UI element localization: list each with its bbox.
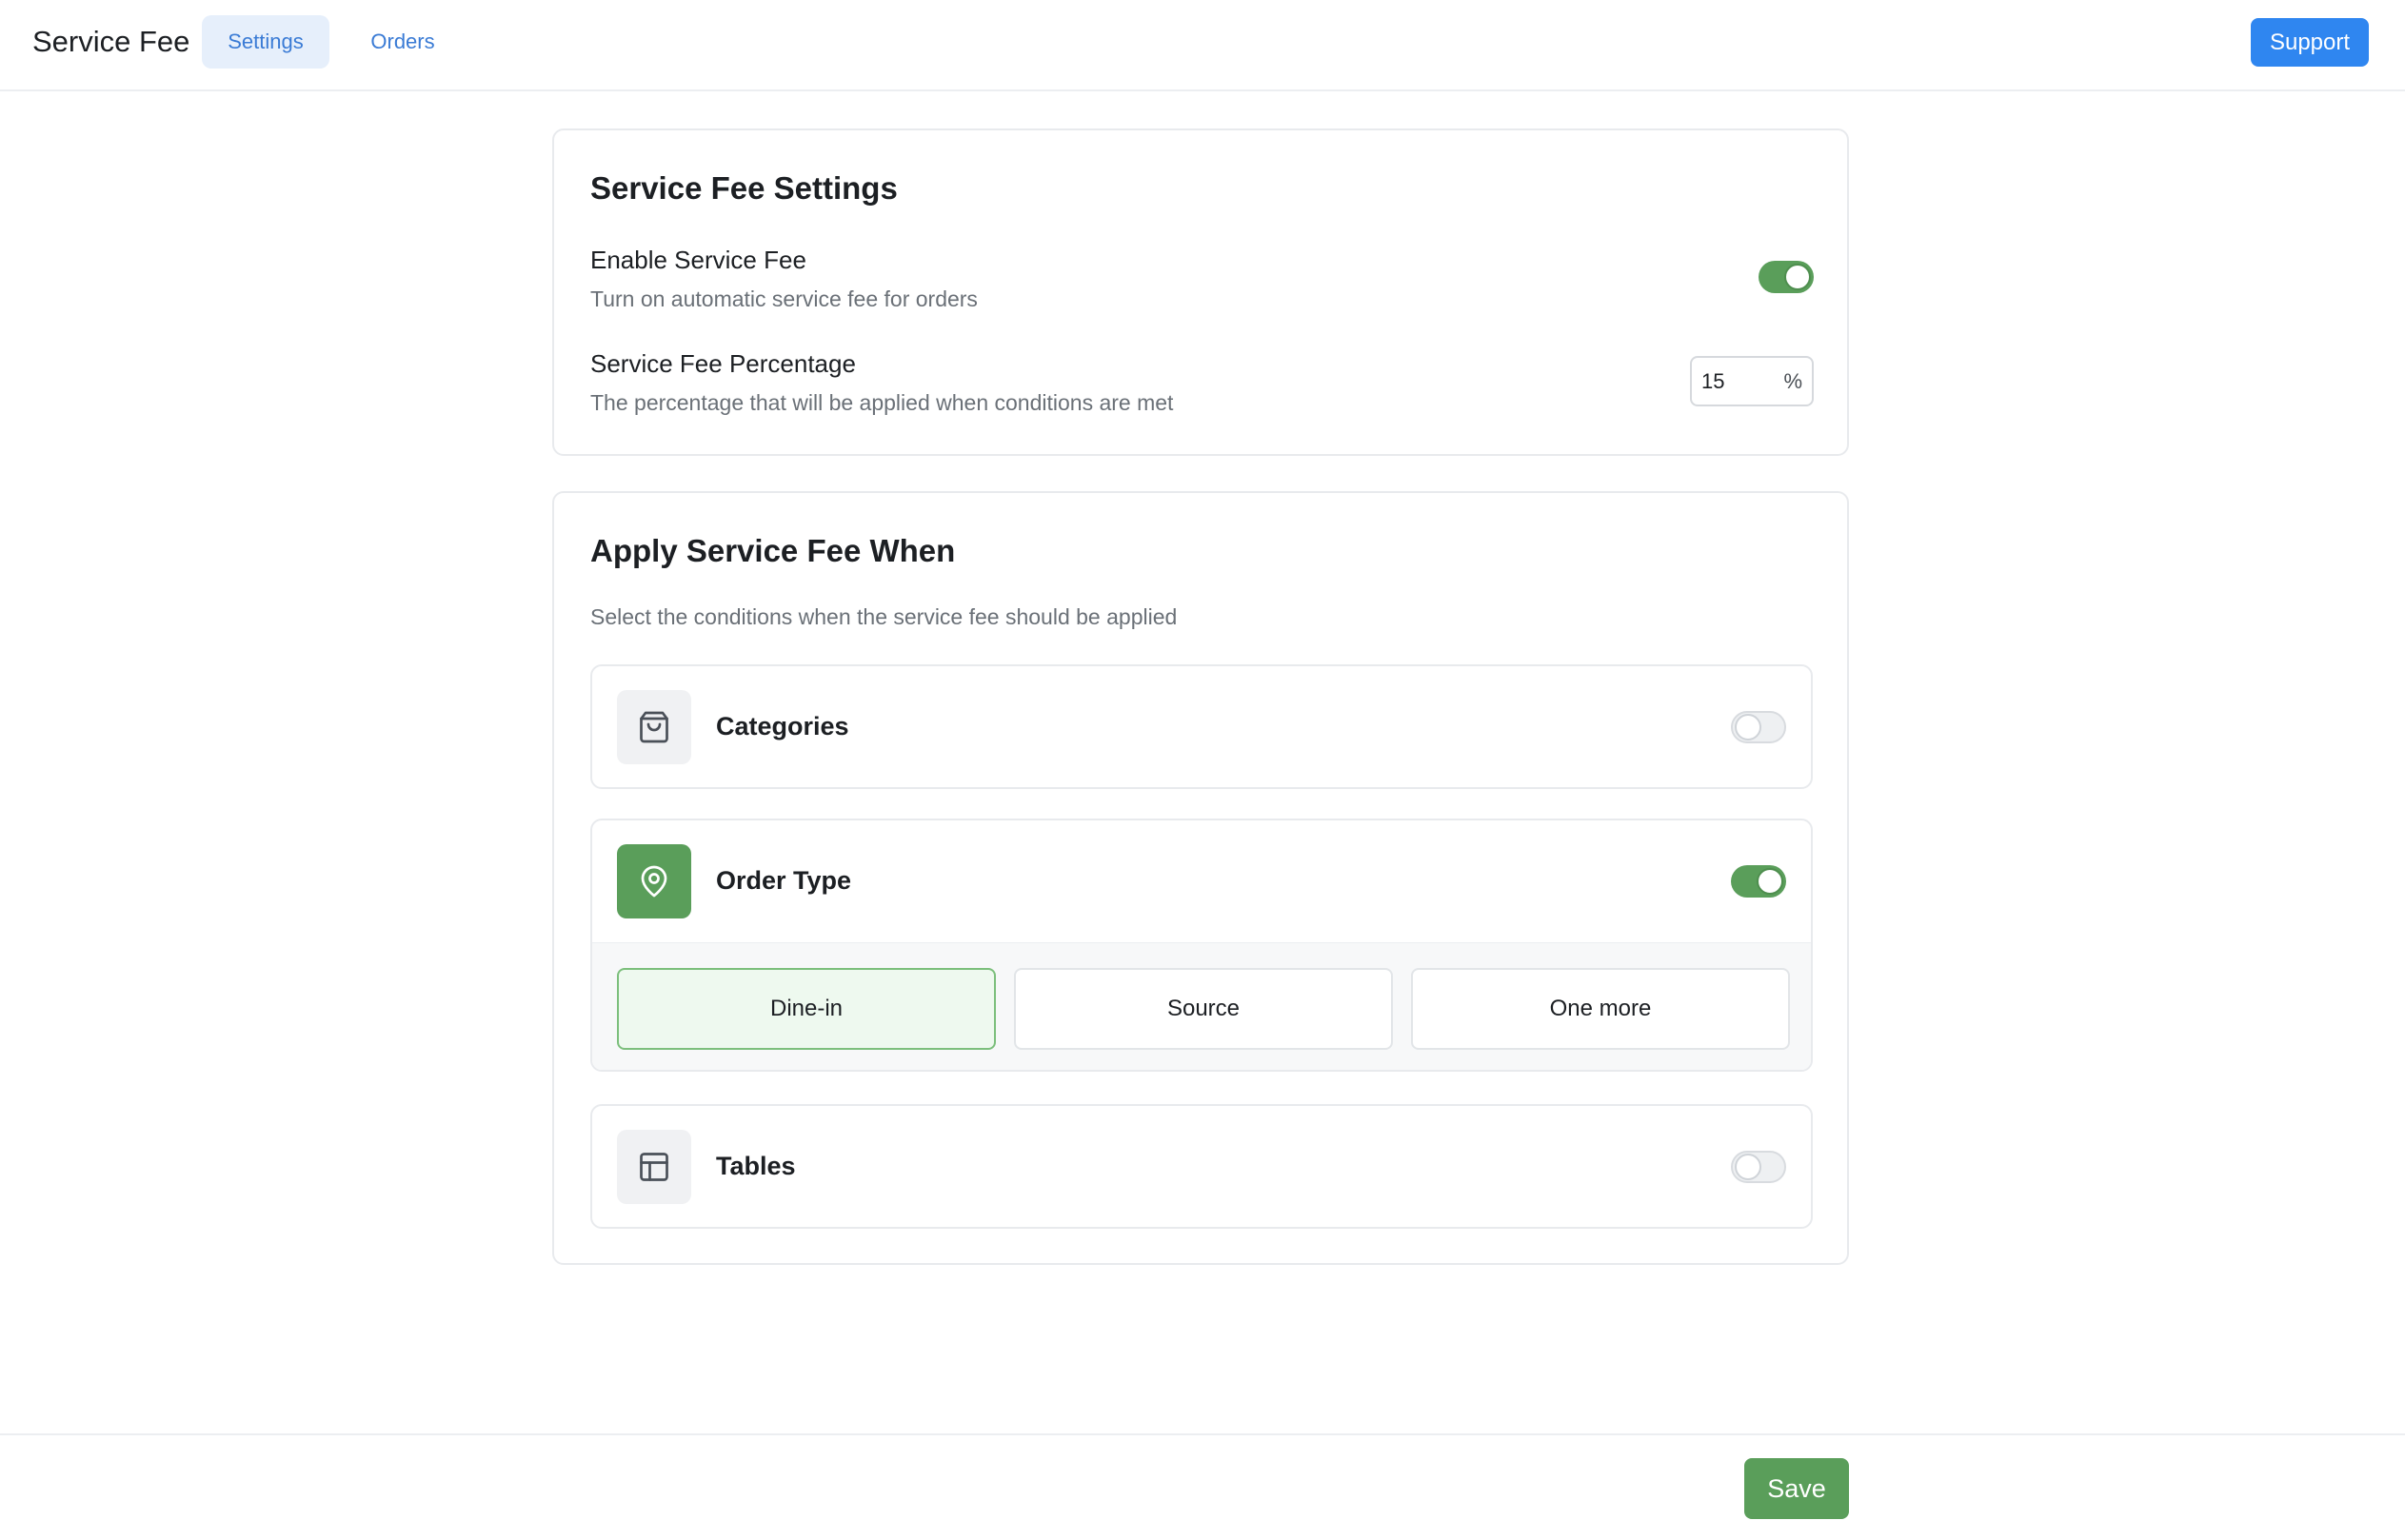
- tab-settings[interactable]: Settings: [202, 15, 329, 69]
- tab-orders[interactable]: Orders: [350, 15, 455, 69]
- order-type-options: Dine-in Source One more: [592, 942, 1811, 1070]
- condition-categories: Categories: [590, 664, 1813, 789]
- enable-service-fee-toggle[interactable]: [1759, 261, 1814, 293]
- order-type-label: Order Type: [716, 866, 852, 895]
- order-type-toggle[interactable]: [1731, 865, 1786, 898]
- toggle-knob: [1735, 714, 1761, 740]
- option-one-more[interactable]: One more: [1411, 968, 1790, 1050]
- support-button[interactable]: Support: [2251, 18, 2369, 67]
- percentage-input-group: %: [1690, 356, 1814, 406]
- service-fee-percentage-label: Service Fee Percentage: [590, 349, 856, 378]
- condition-tables: Tables: [590, 1104, 1813, 1229]
- apply-conditions-card: Apply Service Fee When Select the condit…: [552, 491, 1849, 1265]
- percentage-input[interactable]: [1701, 365, 1768, 398]
- condition-order-type: Order Type Dine-in Source One more: [590, 819, 1813, 1072]
- tables-toggle[interactable]: [1731, 1151, 1786, 1183]
- table-layout-icon: [617, 1130, 691, 1204]
- top-navigation-bar: Service Fee Settings Orders Support: [0, 0, 2405, 91]
- conditions-card-title: Apply Service Fee When: [590, 533, 956, 568]
- toggle-knob: [1784, 264, 1811, 290]
- save-button[interactable]: Save: [1744, 1458, 1849, 1519]
- map-pin-icon: [617, 844, 691, 918]
- enable-service-fee-description: Turn on automatic service fee for orders: [590, 286, 978, 311]
- app-title: Service Fee: [32, 25, 190, 58]
- option-source[interactable]: Source: [1014, 968, 1393, 1050]
- categories-label: Categories: [716, 712, 849, 740]
- footer-bar: Save: [0, 1433, 2405, 1540]
- option-dine-in[interactable]: Dine-in: [617, 968, 996, 1050]
- enable-service-fee-label: Enable Service Fee: [590, 246, 806, 274]
- toggle-knob: [1735, 1154, 1761, 1180]
- shopping-bag-icon: [617, 690, 691, 764]
- percent-suffix: %: [1783, 369, 1802, 393]
- conditions-card-description: Select the conditions when the service f…: [590, 604, 1178, 629]
- settings-card-title: Service Fee Settings: [590, 170, 898, 206]
- service-fee-settings-card: Service Fee Settings Enable Service Fee …: [552, 128, 1849, 456]
- categories-toggle[interactable]: [1731, 711, 1786, 743]
- toggle-knob: [1757, 868, 1783, 895]
- tables-label: Tables: [716, 1152, 796, 1180]
- service-fee-percentage-description: The percentage that will be applied when…: [590, 390, 1174, 415]
